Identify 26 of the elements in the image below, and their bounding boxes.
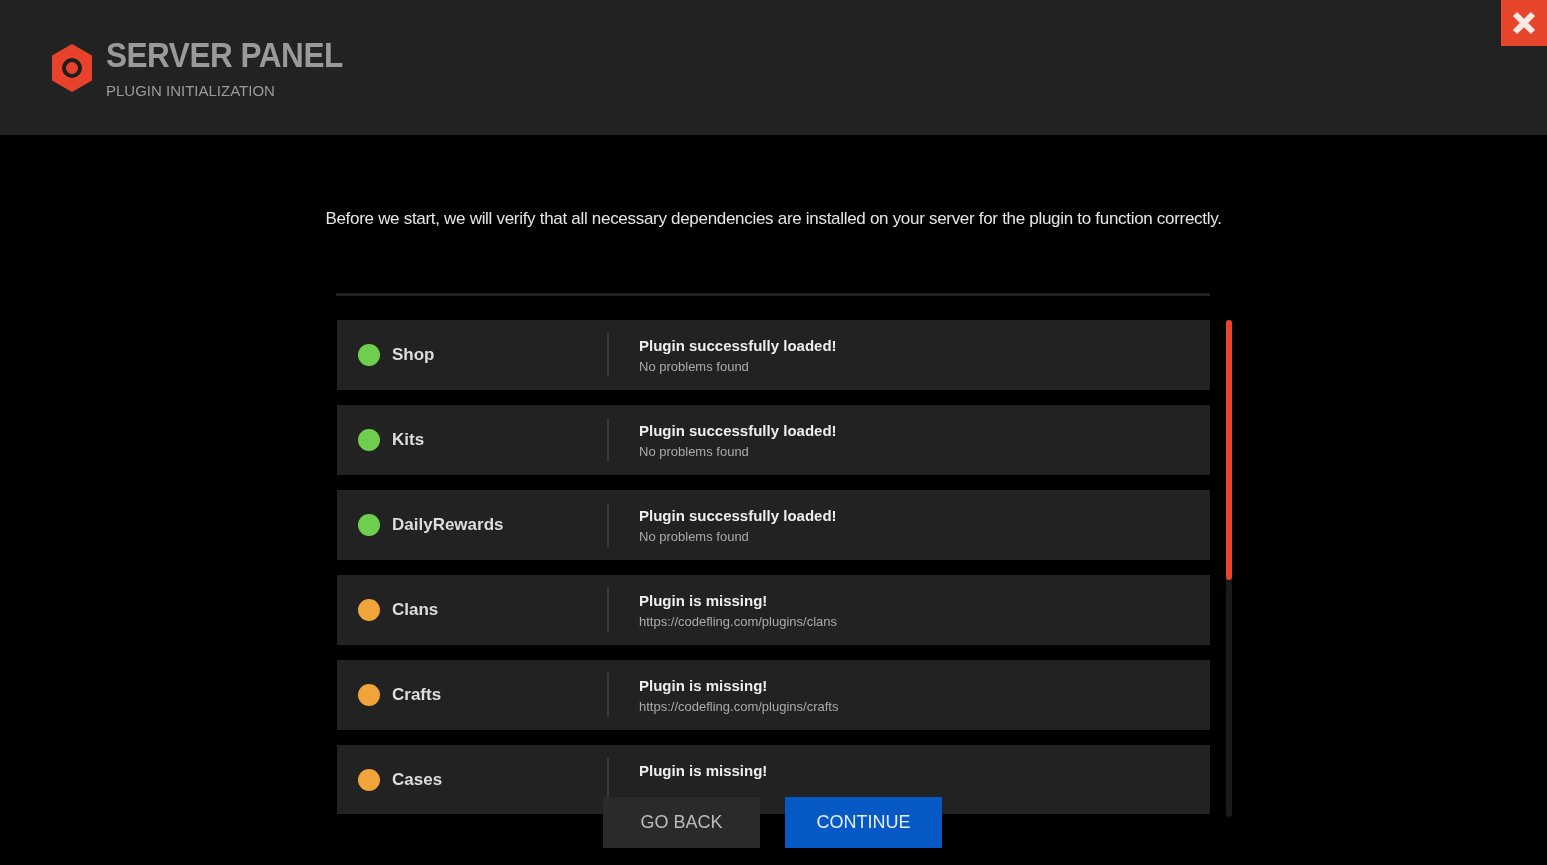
close-button[interactable] <box>1501 0 1547 46</box>
status-message: Plugin successfully loaded! <box>639 336 837 354</box>
status-message: Plugin is missing! <box>639 591 769 609</box>
intro-text: Before we start, we will verify that all necessary dependencies are installed on your server for the plugin to function correctly. <box>324 208 1223 229</box>
close-icon <box>1511 10 1537 36</box>
status-message: Plugin successfully loaded! <box>639 421 837 439</box>
app-subtitle: PLUGIN INITIALIZATION <box>106 81 276 99</box>
plugin-name: DailyRewards <box>392 515 504 535</box>
back-button[interactable]: GO BACK <box>603 797 760 848</box>
plugin-name: Kits <box>392 430 425 450</box>
status-detail: https://codefling.com/plugins/clans <box>639 613 837 629</box>
continue-button[interactable]: CONTINUE <box>785 797 942 848</box>
status-detail: No problems found <box>639 358 750 374</box>
plugin-name: Cases <box>392 770 443 790</box>
plugin-name: Clans <box>392 600 439 620</box>
status-detail: No problems found <box>639 443 750 459</box>
scrollbar[interactable] <box>1226 320 1232 817</box>
plugin-name: Shop <box>392 345 435 365</box>
status-detail: https://codefling.com/plugins/crafts <box>639 698 839 714</box>
plugin-name: Crafts <box>392 685 442 705</box>
status-message: Plugin is missing! <box>639 761 768 779</box>
app-title: SERVER PANEL <box>106 36 343 72</box>
status-message: Plugin successfully loaded! <box>639 506 837 524</box>
status-detail: No problems found <box>639 528 750 544</box>
status-message: Plugin is missing! <box>639 676 769 694</box>
hexagon-logo-icon <box>50 42 94 93</box>
